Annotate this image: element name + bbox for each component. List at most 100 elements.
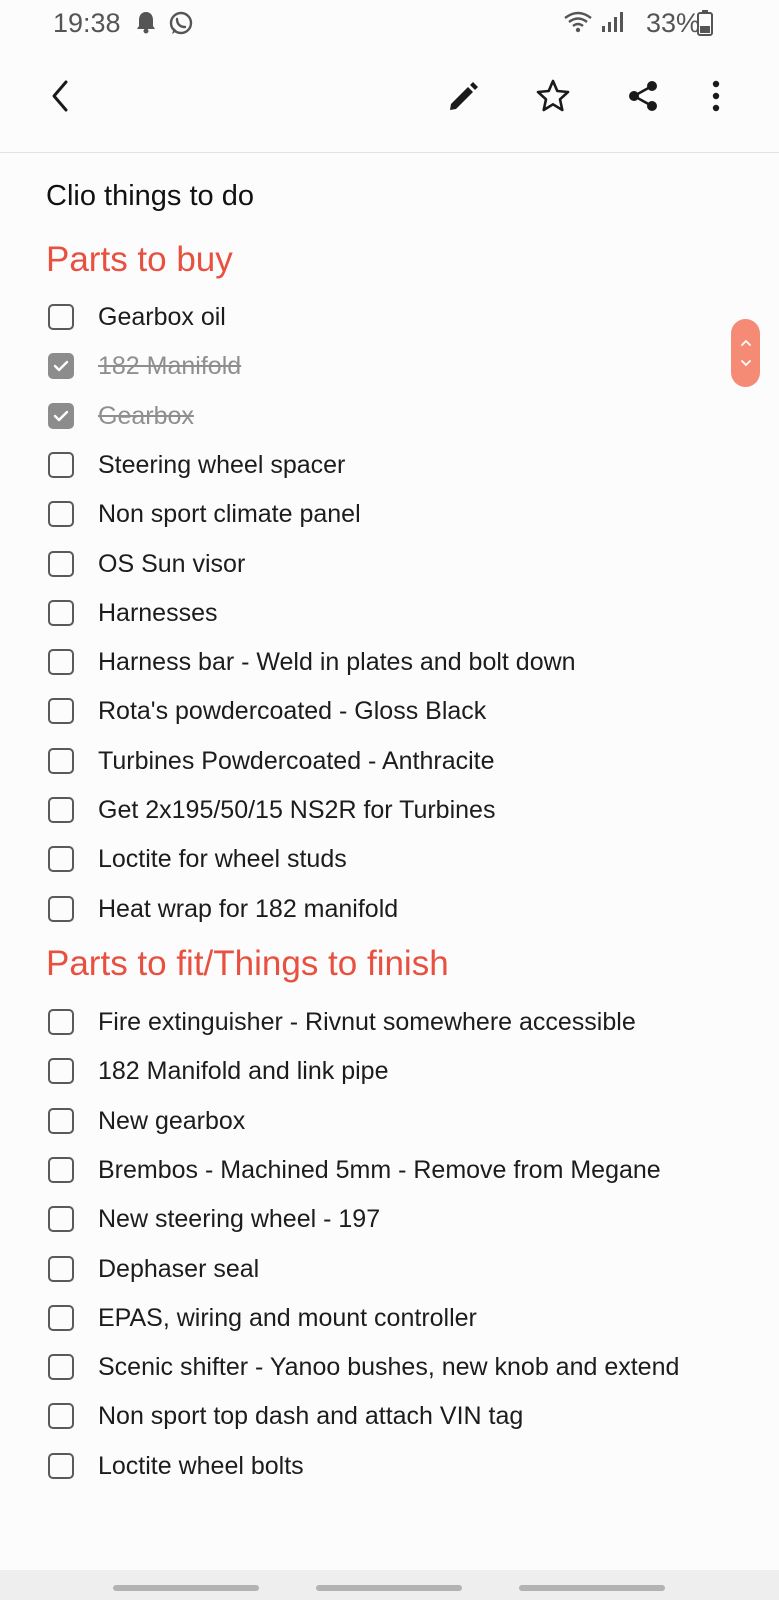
- checklist-item: 182 Manifold and link pipe: [48, 1051, 748, 1091]
- checkbox[interactable]: [48, 501, 74, 527]
- checklist-item: Steering wheel spacer: [48, 445, 748, 485]
- checklist-item-text[interactable]: Non sport climate panel: [98, 500, 361, 529]
- checkbox[interactable]: [48, 1453, 74, 1479]
- scroll-handle[interactable]: [731, 319, 760, 387]
- checkbox[interactable]: [48, 452, 74, 478]
- checklist-item: Gearbox: [48, 396, 748, 436]
- checklist-item-text[interactable]: Harness bar - Weld in plates and bolt do…: [98, 648, 576, 677]
- checklist-item-text[interactable]: Gearbox: [98, 402, 194, 431]
- checkbox[interactable]: [48, 1058, 74, 1084]
- back-button[interactable]: [36, 72, 84, 120]
- checkbox[interactable]: [48, 1009, 74, 1035]
- checkbox[interactable]: [48, 1157, 74, 1183]
- checkbox[interactable]: [48, 649, 74, 675]
- checklist-item-text[interactable]: 182 Manifold and link pipe: [98, 1057, 388, 1086]
- navigation-bar: [0, 1570, 779, 1600]
- checklist-item-text[interactable]: Fire extinguisher - Rivnut somewhere acc…: [98, 1008, 636, 1037]
- checklist-item-text[interactable]: Non sport top dash and attach VIN tag: [98, 1402, 523, 1431]
- checklist-item: Brembos - Machined 5mm - Remove from Meg…: [48, 1150, 748, 1190]
- checklist-item: Harnesses: [48, 593, 748, 633]
- checkmark-icon: [53, 360, 69, 372]
- back-icon: [52, 80, 68, 112]
- checklist-item: EPAS, wiring and mount controller: [48, 1298, 748, 1338]
- checkbox[interactable]: [48, 551, 74, 577]
- checkbox[interactable]: [48, 1403, 74, 1429]
- checklist-item-text[interactable]: Steering wheel spacer: [98, 451, 345, 480]
- checkbox[interactable]: [48, 403, 74, 429]
- checklist-item-text[interactable]: Turbines Powdercoated - Anthracite: [98, 747, 495, 776]
- checklist-item: Rota's powdercoated - Gloss Black: [48, 691, 748, 731]
- checkmark-icon: [53, 410, 69, 422]
- checklist-item-text[interactable]: New gearbox: [98, 1107, 245, 1136]
- more-icon: [712, 80, 720, 112]
- app-bar: [0, 48, 779, 153]
- signal-icon: [600, 10, 624, 41]
- checklist-item: Non sport climate panel: [48, 494, 748, 534]
- checklist-item: Get 2x195/50/15 NS2R for Turbines: [48, 790, 748, 830]
- nav-recents-button[interactable]: [113, 1585, 259, 1591]
- checkbox[interactable]: [48, 1108, 74, 1134]
- checklist-item-text[interactable]: Dephaser seal: [98, 1255, 259, 1284]
- more-options-button[interactable]: [692, 72, 740, 120]
- checklist-item-text[interactable]: Get 2x195/50/15 NS2R for Turbines: [98, 796, 495, 825]
- battery-percentage: 33%: [646, 8, 701, 38]
- nav-home-button[interactable]: [316, 1585, 462, 1591]
- favorite-button[interactable]: [529, 72, 577, 120]
- status-time: 19:38: [53, 8, 121, 38]
- checklist-item: Fire extinguisher - Rivnut somewhere acc…: [48, 1002, 748, 1042]
- checkbox[interactable]: [48, 896, 74, 922]
- checklist-item-text[interactable]: EPAS, wiring and mount controller: [98, 1304, 477, 1333]
- checkbox[interactable]: [48, 304, 74, 330]
- share-button[interactable]: [619, 72, 667, 120]
- checklist-item: 182 Manifold: [48, 346, 748, 386]
- checklist-item-text[interactable]: Brembos - Machined 5mm - Remove from Meg…: [98, 1156, 661, 1185]
- note-title[interactable]: Clio things to do: [46, 180, 254, 213]
- checkbox[interactable]: [48, 698, 74, 724]
- checklist-item-text[interactable]: Rota's powdercoated - Gloss Black: [98, 697, 486, 726]
- section-heading: Parts to fit/Things to finish: [46, 944, 449, 983]
- checklist-item: New steering wheel - 197: [48, 1199, 748, 1239]
- checklist-item-text[interactable]: Harnesses: [98, 599, 218, 628]
- checkbox[interactable]: [48, 846, 74, 872]
- star-icon: [536, 79, 570, 112]
- wifi-icon: [563, 10, 593, 41]
- checklist-item-text[interactable]: Loctite for wheel studs: [98, 845, 347, 874]
- checklist-item: Harness bar - Weld in plates and bolt do…: [48, 642, 748, 682]
- checklist-item-text[interactable]: Heat wrap for 182 manifold: [98, 895, 398, 924]
- checkbox[interactable]: [48, 1354, 74, 1380]
- checkbox[interactable]: [48, 1256, 74, 1282]
- checkbox[interactable]: [48, 1305, 74, 1331]
- checklist-item-text[interactable]: New steering wheel - 197: [98, 1205, 380, 1234]
- checkbox[interactable]: [48, 353, 74, 379]
- checklist-item: Dephaser seal: [48, 1249, 748, 1289]
- checklist-item-text[interactable]: Scenic shifter - Yanoo bushes, new knob …: [98, 1353, 679, 1382]
- checklist-item: Turbines Powdercoated - Anthracite: [48, 741, 748, 781]
- checkbox[interactable]: [48, 748, 74, 774]
- chevron-up-icon: [740, 339, 751, 346]
- checklist-item: New gearbox: [48, 1101, 748, 1141]
- whatsapp-icon: [168, 10, 194, 43]
- checklist-item: Loctite wheel bolts: [48, 1446, 748, 1486]
- section-heading: Parts to buy: [46, 240, 233, 279]
- status-bar: 19:38 33%: [0, 0, 779, 48]
- checklist-item: Non sport top dash and attach VIN tag: [48, 1396, 748, 1436]
- checklist-item: Gearbox oil: [48, 297, 748, 337]
- checkbox[interactable]: [48, 1206, 74, 1232]
- nav-back-button[interactable]: [519, 1585, 665, 1591]
- checklist-item: Loctite for wheel studs: [48, 839, 748, 879]
- checklist-item-text[interactable]: Loctite wheel bolts: [98, 1452, 304, 1481]
- edit-button[interactable]: [439, 72, 487, 120]
- bell-icon: [135, 10, 157, 41]
- checklist-item-text[interactable]: 182 Manifold: [98, 352, 241, 381]
- checklist-item: Heat wrap for 182 manifold: [48, 889, 748, 929]
- checklist-item-text[interactable]: OS Sun visor: [98, 550, 245, 579]
- checkbox[interactable]: [48, 797, 74, 823]
- checklist-item: Scenic shifter - Yanoo bushes, new knob …: [48, 1347, 748, 1387]
- chevron-down-icon: [740, 360, 751, 367]
- checklist-item: OS Sun visor: [48, 544, 748, 584]
- share-icon: [629, 81, 657, 111]
- checkbox[interactable]: [48, 600, 74, 626]
- edit-icon: [450, 82, 478, 110]
- battery-icon: [697, 10, 713, 43]
- checklist-item-text[interactable]: Gearbox oil: [98, 303, 226, 332]
